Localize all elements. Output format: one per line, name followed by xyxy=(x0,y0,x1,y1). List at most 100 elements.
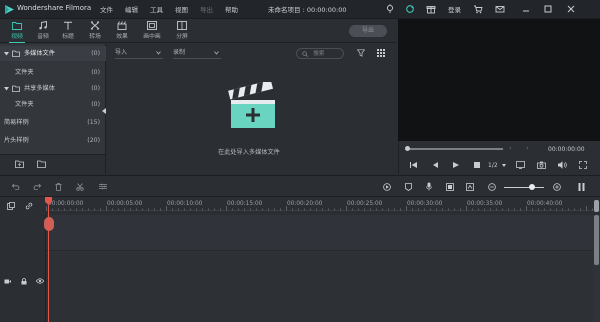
new-folder-icon[interactable] xyxy=(15,160,24,168)
folder-icon xyxy=(12,85,20,92)
mail-icon[interactable] xyxy=(495,4,505,14)
ruler-label: 00:00:00:00 xyxy=(48,201,84,207)
transition-icon xyxy=(90,21,100,30)
prev-marker-icon[interactable]: ‹ xyxy=(509,144,512,152)
link-icon[interactable] xyxy=(25,202,33,210)
ruler-label: 00:00:35:00 xyxy=(467,201,503,207)
chevron-down-icon xyxy=(156,51,161,55)
video-track[interactable] xyxy=(46,215,593,251)
timeline-scrollbar-top[interactable] xyxy=(594,200,599,212)
library-item-shared-media[interactable]: 共享多媒体 (0) xyxy=(0,81,106,96)
microphone-icon[interactable] xyxy=(426,182,432,191)
undo-icon[interactable] xyxy=(12,183,20,190)
volume-icon[interactable] xyxy=(558,161,567,169)
tab-effects[interactable]: 效果 xyxy=(112,21,132,43)
redo-icon[interactable] xyxy=(33,183,41,190)
play-icon[interactable] xyxy=(453,162,459,168)
gift-icon[interactable] xyxy=(426,4,436,14)
filter-icon[interactable] xyxy=(357,49,365,57)
playhead-line[interactable] xyxy=(48,205,49,322)
zoom-slider[interactable] xyxy=(504,186,544,188)
add-track-icon[interactable] xyxy=(7,202,15,210)
effects-icon xyxy=(117,21,127,30)
cart-icon[interactable] xyxy=(473,4,483,14)
tab-titles[interactable]: 标题 xyxy=(58,21,78,43)
tab-split-screen[interactable]: 分屏 xyxy=(172,21,192,43)
fullscreen-icon[interactable] xyxy=(579,161,587,169)
library-item-folder[interactable]: 文件夹 (0) xyxy=(0,65,106,80)
zoom-in-icon[interactable] xyxy=(553,183,561,191)
marker-icon[interactable] xyxy=(405,183,412,191)
menu-help[interactable]: 帮助 xyxy=(225,4,238,14)
tab-pip[interactable]: 画中画 xyxy=(142,21,162,43)
menu-edit[interactable]: 编辑 xyxy=(125,4,138,14)
library-item-count: (15) xyxy=(87,119,100,126)
filmora-logo-icon xyxy=(5,5,14,14)
import-dropdown[interactable]: 导入 xyxy=(115,48,163,59)
ruler-label: 00:00:40:00 xyxy=(527,201,563,207)
step-back-icon[interactable] xyxy=(432,162,439,168)
detach-audio-icon[interactable] xyxy=(466,183,474,191)
tab-transitions[interactable]: 转场 xyxy=(85,21,105,43)
seek-handle[interactable] xyxy=(405,146,410,151)
record-dropdown[interactable]: 录制 xyxy=(173,48,221,59)
close-icon[interactable] xyxy=(566,4,576,14)
zoom-slider-handle[interactable] xyxy=(529,184,535,190)
next-marker-icon[interactable]: › xyxy=(526,144,529,152)
library-item-media-files[interactable]: 多媒体文件 (0) xyxy=(0,46,106,61)
clapperboard-import-icon[interactable] xyxy=(228,82,280,130)
chevron-down-icon[interactable] xyxy=(502,164,506,167)
bulb-icon[interactable] xyxy=(385,4,395,14)
adjust-icon[interactable] xyxy=(99,183,107,190)
time-ruler[interactable]: 00:00:00:00 00:00:05:00 00:00:10:00 00:0… xyxy=(46,197,600,215)
folder-icon xyxy=(12,22,22,30)
pause-icon[interactable] xyxy=(578,183,585,191)
tab-transitions-label: 转场 xyxy=(89,34,101,40)
preview-seekbar[interactable] xyxy=(407,148,503,150)
video-track-icon xyxy=(4,279,11,284)
ruler-label: 00:00:20:00 xyxy=(287,201,323,207)
voiceover-track-icon[interactable] xyxy=(446,183,454,191)
track-area[interactable] xyxy=(46,252,593,322)
search-input[interactable]: 搜索 xyxy=(296,48,344,59)
export-button[interactable]: 导出 xyxy=(349,25,387,37)
tab-audio[interactable]: 音频 xyxy=(33,21,53,43)
tab-video[interactable]: 视频 xyxy=(7,21,27,43)
library-item-label: 文件夹 xyxy=(15,69,34,76)
sync-icon[interactable] xyxy=(405,4,415,14)
timeline-toolbar xyxy=(0,175,600,197)
render-preview-icon[interactable] xyxy=(383,183,391,191)
skip-back-icon[interactable] xyxy=(410,162,417,168)
library-item-folder[interactable]: 文件夹 (0) xyxy=(0,97,106,112)
cut-icon[interactable] xyxy=(76,183,84,191)
delete-icon[interactable] xyxy=(55,183,62,191)
camera-icon[interactable] xyxy=(537,161,546,169)
grid-view-icon[interactable] xyxy=(377,49,385,57)
menu-export[interactable]: 导出 xyxy=(200,4,213,14)
media-area: 导入 录制 搜索 在此处导入多媒体文件 xyxy=(107,44,397,174)
collapse-arrow-icon[interactable] xyxy=(4,86,9,91)
zoom-out-icon[interactable] xyxy=(488,183,496,191)
collapse-panel-icon[interactable] xyxy=(102,108,106,114)
stop-icon[interactable] xyxy=(474,162,480,168)
maximize-icon[interactable] xyxy=(543,4,553,14)
login-link[interactable]: 登录 xyxy=(448,4,461,14)
menu-view[interactable]: 视图 xyxy=(175,4,188,14)
menu-file[interactable]: 文件 xyxy=(100,4,113,14)
title-bar: Wondershare Filmora 文件 编辑 工具 视图 导出 帮助 未命… xyxy=(0,0,600,19)
library-item-simple-samples[interactable]: 简易样例 (15) xyxy=(0,115,106,130)
library-item-intro-samples[interactable]: 片头样例 (20) xyxy=(0,133,106,148)
tab-video-label: 视频 xyxy=(11,34,23,40)
folder-icon[interactable] xyxy=(37,160,46,168)
chevron-down-icon xyxy=(214,51,219,55)
playhead-marker[interactable] xyxy=(44,217,54,231)
eye-icon[interactable] xyxy=(36,278,44,284)
lock-icon[interactable] xyxy=(21,278,27,285)
menu-tools[interactable]: 工具 xyxy=(150,4,163,14)
minimize-icon[interactable] xyxy=(521,4,531,14)
fullscreen-display-icon[interactable] xyxy=(516,161,525,169)
timeline-vertical-scrollbar[interactable] xyxy=(594,215,599,265)
collapse-arrow-icon[interactable] xyxy=(4,51,9,56)
playback-ratio[interactable]: 1/2 xyxy=(488,162,498,169)
library-item-label: 片头样例 xyxy=(4,137,29,144)
